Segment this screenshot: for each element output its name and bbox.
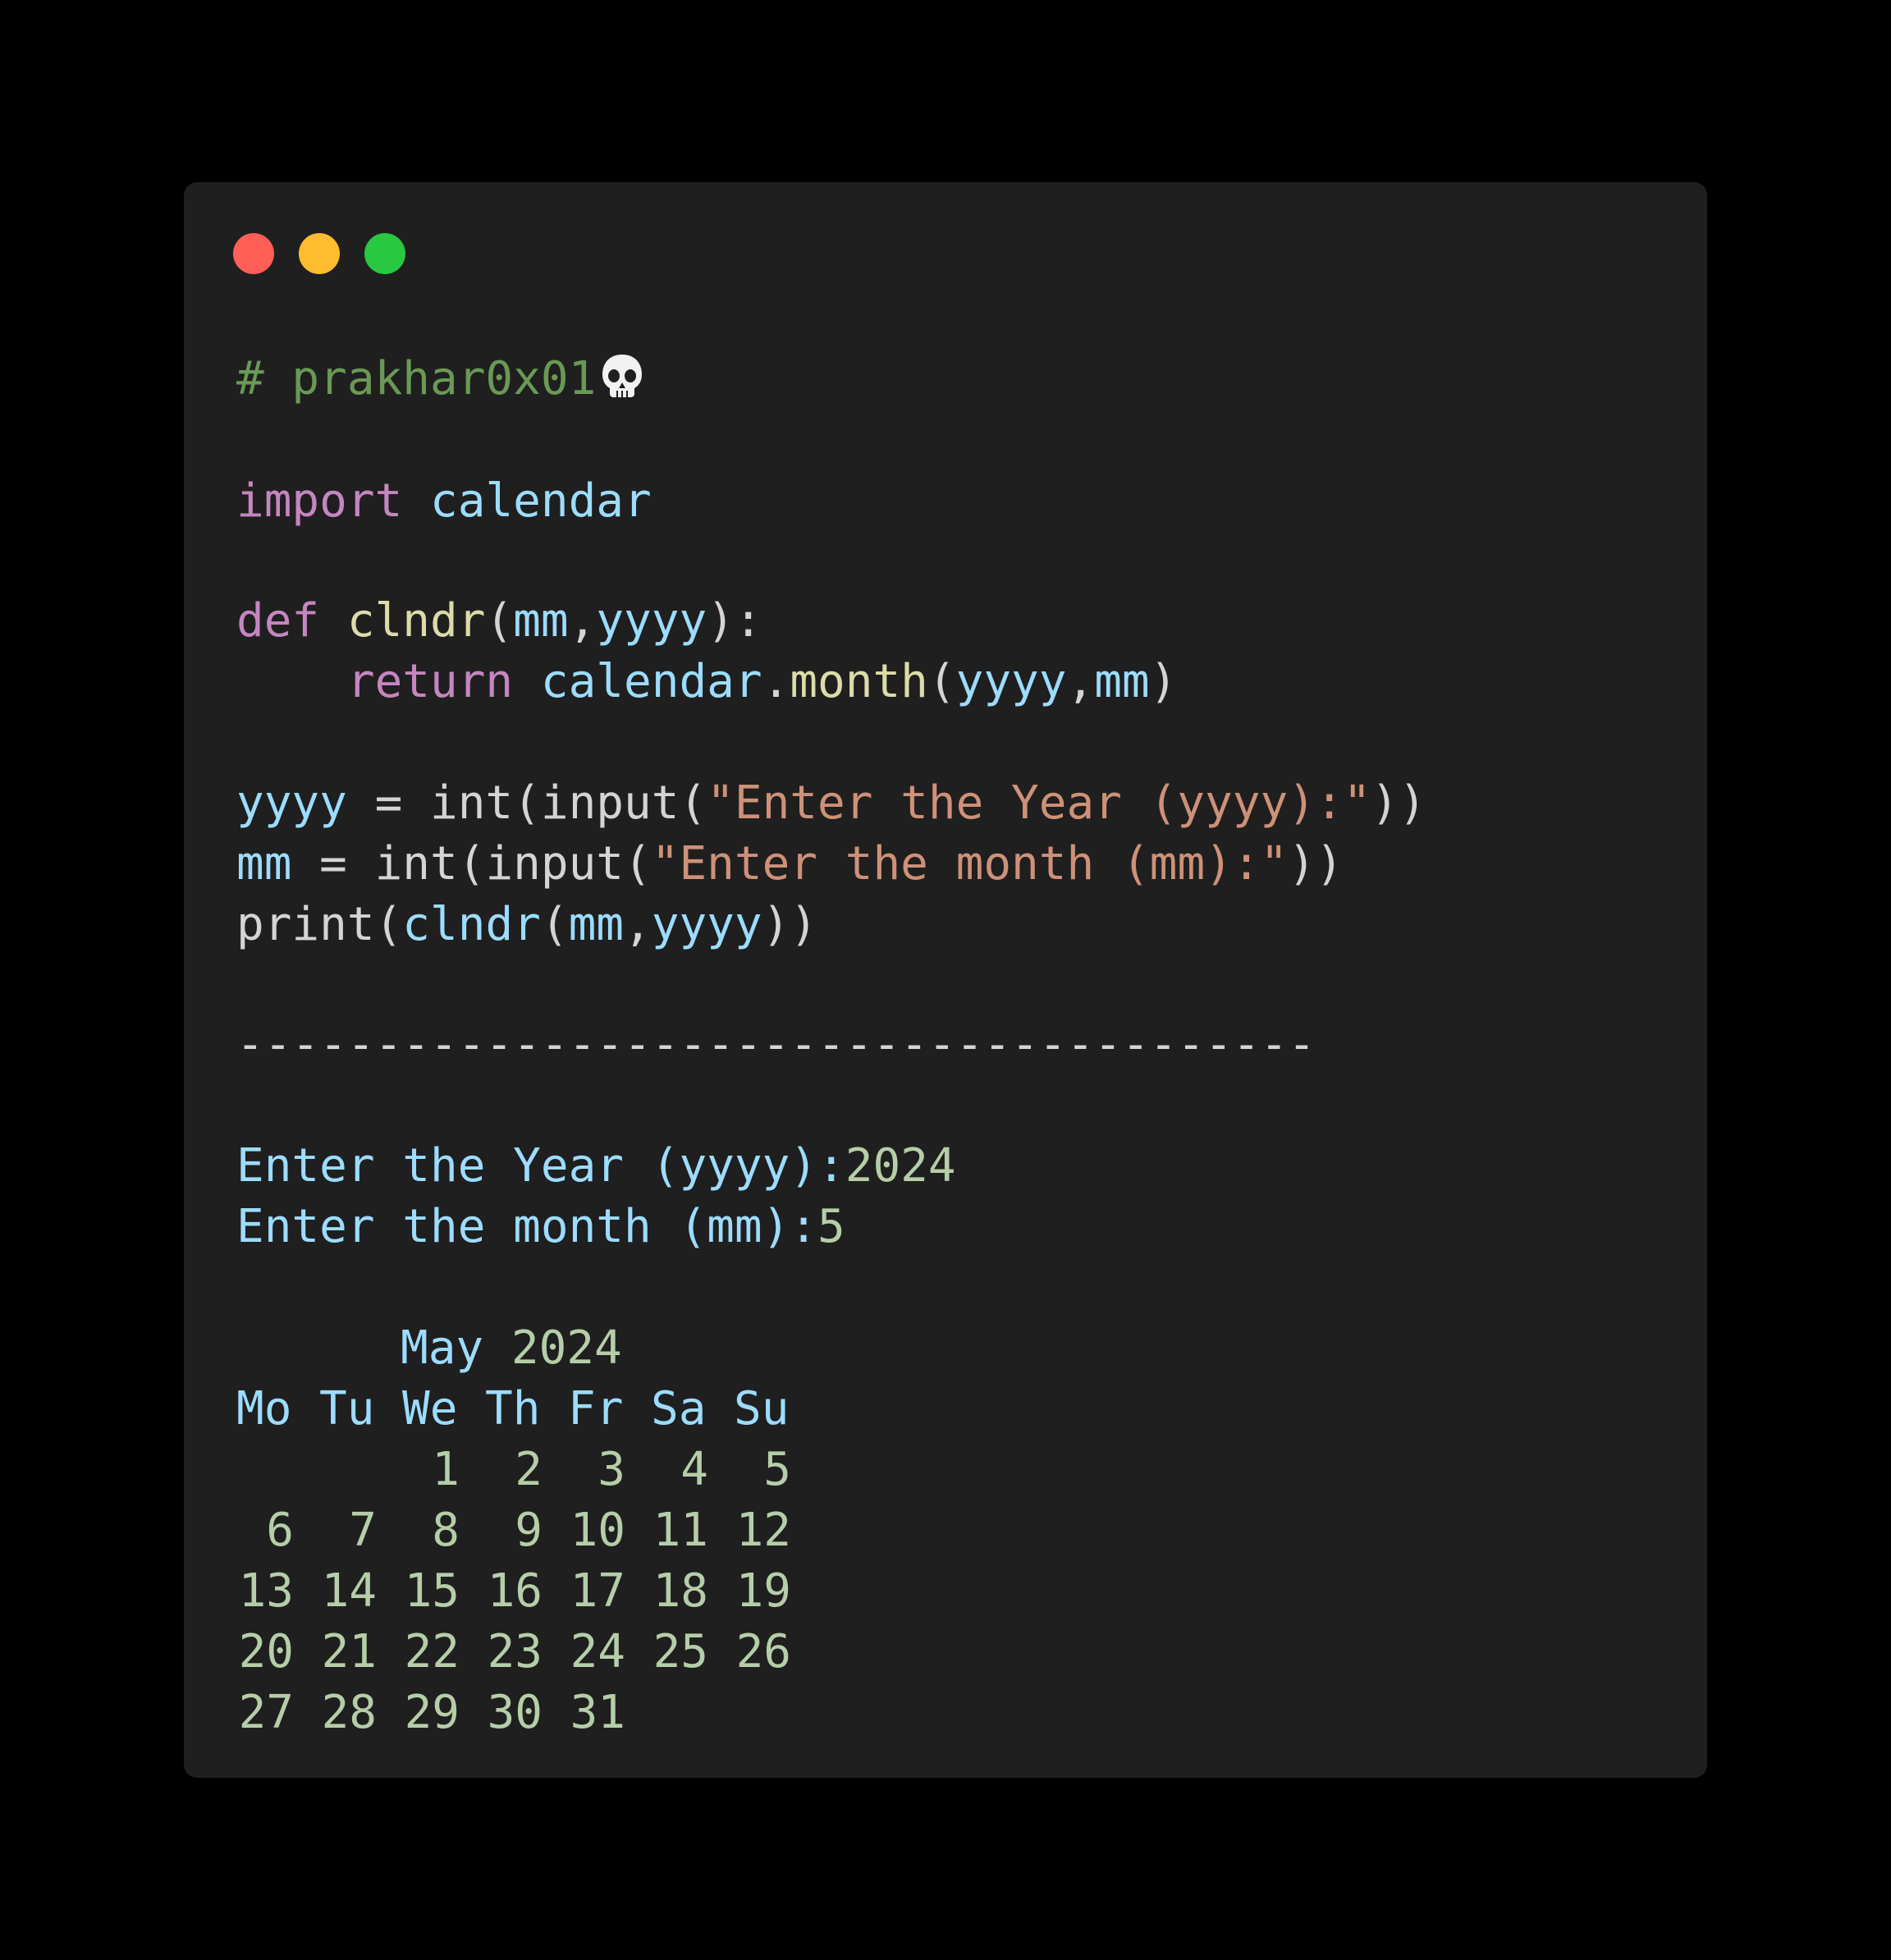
- calendar-day: 25: [652, 1625, 708, 1678]
- return-keyword: return: [346, 655, 514, 708]
- month-prompt: Enter the month (mm):: [236, 1200, 818, 1253]
- code-line-return: return calendar.month(yyyy,mm): [236, 653, 1177, 711]
- calendar-month: May: [401, 1321, 484, 1375]
- year-value: 2024: [845, 1139, 956, 1193]
- arg-mm: mm: [1094, 655, 1150, 708]
- calendar-day: 2: [515, 1443, 543, 1496]
- arg-yyyy: yyyy: [955, 655, 1067, 708]
- weekday-sa: Sa: [651, 1382, 707, 1436]
- assignment: = int(input(: [346, 776, 707, 830]
- calendar-day: 13: [238, 1564, 294, 1618]
- calendar-day: 12: [735, 1504, 791, 1557]
- output-year-line: Enter the Year (yyyy):2024: [236, 1138, 956, 1195]
- paren: (: [927, 655, 956, 708]
- import-module: calendar: [430, 474, 652, 528]
- calendar-day: 29: [404, 1686, 460, 1739]
- paren: (: [540, 898, 569, 951]
- calendar-day: 9: [515, 1504, 543, 1557]
- clndr-call: clndr: [402, 898, 541, 951]
- comma: ,: [624, 898, 652, 951]
- code-line-print: print(clndr(mm,yyyy)): [236, 896, 817, 954]
- calendar-day: 26: [735, 1625, 791, 1678]
- weekday-th: Th: [485, 1382, 541, 1436]
- calendar-day: 20: [238, 1625, 294, 1678]
- calendar-day: 1: [432, 1443, 460, 1496]
- separator-line: ---------------------------------------: [236, 1018, 1316, 1071]
- string-literal: "Enter the month (mm):": [651, 837, 1289, 891]
- calendar-day: 19: [735, 1564, 791, 1618]
- calendar-day: 22: [404, 1625, 460, 1678]
- weekday-mo: Mo: [236, 1382, 292, 1436]
- calendar-day: 21: [321, 1625, 377, 1678]
- calendar-day: 16: [487, 1564, 543, 1618]
- paren: ): [1149, 655, 1178, 708]
- calendar-day: 10: [570, 1504, 625, 1557]
- calendar-day: 31: [570, 1686, 625, 1739]
- code-line-year-input: yyyy = int(input("Enter the Year (yyyy):…: [236, 775, 1426, 832]
- calendar-day: 14: [321, 1564, 377, 1618]
- weekday-tu: Tu: [319, 1382, 375, 1436]
- code-line-comment: # prakhar0x01: [236, 350, 648, 407]
- calendar-day: 18: [652, 1564, 708, 1618]
- var-mm: mm: [236, 837, 292, 891]
- skull-icon: [596, 350, 648, 402]
- year-prompt: Enter the Year (yyyy):: [236, 1139, 845, 1193]
- code-line-import: import calendar: [236, 473, 652, 530]
- paren: (: [485, 594, 514, 648]
- comma: ,: [568, 594, 597, 648]
- param-mm: mm: [513, 594, 569, 648]
- minimize-button[interactable]: [299, 233, 340, 274]
- arg-yyyy: yyyy: [651, 898, 762, 951]
- calendar-day: 4: [680, 1443, 708, 1496]
- var-yyyy: yyyy: [236, 776, 347, 830]
- weekday-fr: Fr: [568, 1382, 624, 1436]
- calendar-day: 23: [487, 1625, 543, 1678]
- def-keyword: def: [236, 594, 320, 648]
- paren: )): [1371, 776, 1426, 830]
- calendar-day: 7: [349, 1504, 377, 1557]
- calendar-day: 17: [570, 1564, 625, 1618]
- calendar-day: 28: [321, 1686, 377, 1739]
- calendar-day: 15: [404, 1564, 460, 1618]
- calendar-day: 3: [598, 1443, 625, 1496]
- paren: )): [1288, 837, 1344, 891]
- dot: .: [762, 655, 790, 708]
- calendar-day: 30: [487, 1686, 543, 1739]
- calendar-year: 2024: [511, 1321, 622, 1375]
- string-literal: "Enter the Year (yyyy):": [707, 776, 1371, 830]
- calendar-day: 11: [652, 1504, 708, 1557]
- code-line-def: def clndr(mm,yyyy):: [236, 593, 762, 650]
- weekday-we: We: [402, 1382, 458, 1436]
- calendar-title: May 2024: [401, 1320, 622, 1377]
- arg-mm: mm: [568, 898, 625, 951]
- calendar-day: 8: [432, 1504, 460, 1557]
- weekday-su: Su: [734, 1382, 790, 1436]
- comma: ,: [1066, 655, 1095, 708]
- comment-text: # prakhar0x01: [236, 352, 597, 405]
- print-call: print(: [236, 898, 403, 951]
- param-yyyy: yyyy: [596, 594, 707, 648]
- calendar-object: calendar: [540, 655, 762, 708]
- paren-colon: ):: [707, 594, 762, 648]
- close-button[interactable]: [233, 233, 274, 274]
- code-line-month-input: mm = int(input("Enter the month (mm):")): [236, 836, 1344, 893]
- month-value: 5: [817, 1200, 845, 1253]
- calendar-day: 6: [266, 1504, 294, 1557]
- calendar-day: 24: [570, 1625, 625, 1678]
- calendar-day: 5: [763, 1443, 791, 1496]
- function-name: clndr: [346, 594, 486, 648]
- zoom-button[interactable]: [364, 233, 405, 274]
- calendar-day: 27: [238, 1686, 294, 1739]
- output-month-line: Enter the month (mm):5: [236, 1198, 845, 1256]
- assignment: = int(input(: [291, 837, 652, 891]
- month-function: month: [790, 655, 928, 708]
- import-keyword: import: [236, 474, 403, 528]
- code-window: # prakhar0x01 import calendar def clndr(…: [184, 182, 1707, 1778]
- paren: )): [762, 898, 818, 951]
